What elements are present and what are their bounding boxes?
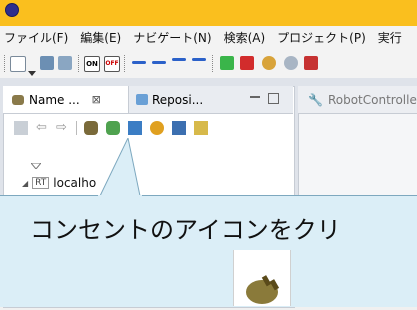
tab-repository[interactable]: Reposi... [130,86,230,113]
plug-icon [246,275,280,304]
align-middle-icon[interactable] [152,61,166,64]
deactivate-all-icon[interactable] [240,56,254,70]
menu-run[interactable]: 実行 [378,29,402,46]
toolbar-separator [76,121,77,135]
save-all-icon[interactable] [58,56,72,70]
toolbar-separator [212,55,214,72]
chevron-down-icon[interactable] [28,61,36,76]
callout-pointer [98,138,142,198]
align-top-icon[interactable] [132,61,146,64]
save-icon[interactable] [40,56,54,70]
off-icon[interactable]: OFF [104,56,120,72]
filter-icon[interactable] [194,121,208,135]
distribute-icon[interactable] [192,58,206,61]
toolbar-separator [4,55,6,72]
new-icon[interactable] [10,56,26,72]
menu-search[interactable]: 検索(A) [224,29,266,46]
tool-icon: 🔧 [308,92,323,107]
callout-text: コンセントのアイコンをクリ [30,216,341,244]
gear-disabled-icon[interactable] [284,56,298,70]
view-toolbar: ⇦ ⇨ [10,117,290,139]
delete-icon[interactable] [172,121,186,135]
tab-name-service[interactable]: Name ... ⊠ [3,86,129,113]
menu-project[interactable]: プロジェクト(P) [277,29,366,46]
home-icon[interactable] [14,121,28,135]
chevron-down-icon [28,71,36,76]
manager-icon[interactable] [128,121,142,135]
toolbar-separator [78,55,80,72]
callout-image [233,250,291,306]
activate-all-icon[interactable] [220,56,234,70]
gear-icon[interactable] [262,56,276,70]
menu-edit[interactable]: 編集(E) [80,29,121,46]
main-toolbar: ON OFF [0,49,417,79]
tab-label: Reposi... [152,92,204,107]
tab-label: RobotControlle [327,92,417,107]
menu-navigate[interactable]: ナビゲート(N) [133,29,211,46]
eclipse-icon [5,3,19,17]
plug-add-icon[interactable] [106,121,120,135]
minimize-icon[interactable] [250,96,260,98]
tab-label: Name ... [29,92,80,107]
tab-robot-controller[interactable]: 🔧 RobotControlle [298,86,417,114]
window-title-bar [0,0,417,26]
exit-icon[interactable] [304,56,318,70]
refresh-icon[interactable] [150,121,164,135]
forward-icon[interactable]: ⇨ [56,121,70,135]
toolbar-separator [124,55,126,72]
menu-bar: ファイル(F) 編集(E) ナビゲート(N) 検索(A) プロジェクト(P) 実… [0,26,417,49]
align-bottom-icon[interactable] [172,58,186,61]
plug-icon [12,94,24,105]
back-icon[interactable]: ⇦ [36,121,50,135]
on-icon[interactable]: ON [84,56,100,72]
repository-icon [136,94,148,105]
maximize-icon[interactable] [268,93,279,104]
close-icon[interactable]: ⊠ [92,93,101,106]
menu-file[interactable]: ファイル(F) [4,29,68,46]
plug-icon[interactable] [84,121,98,135]
